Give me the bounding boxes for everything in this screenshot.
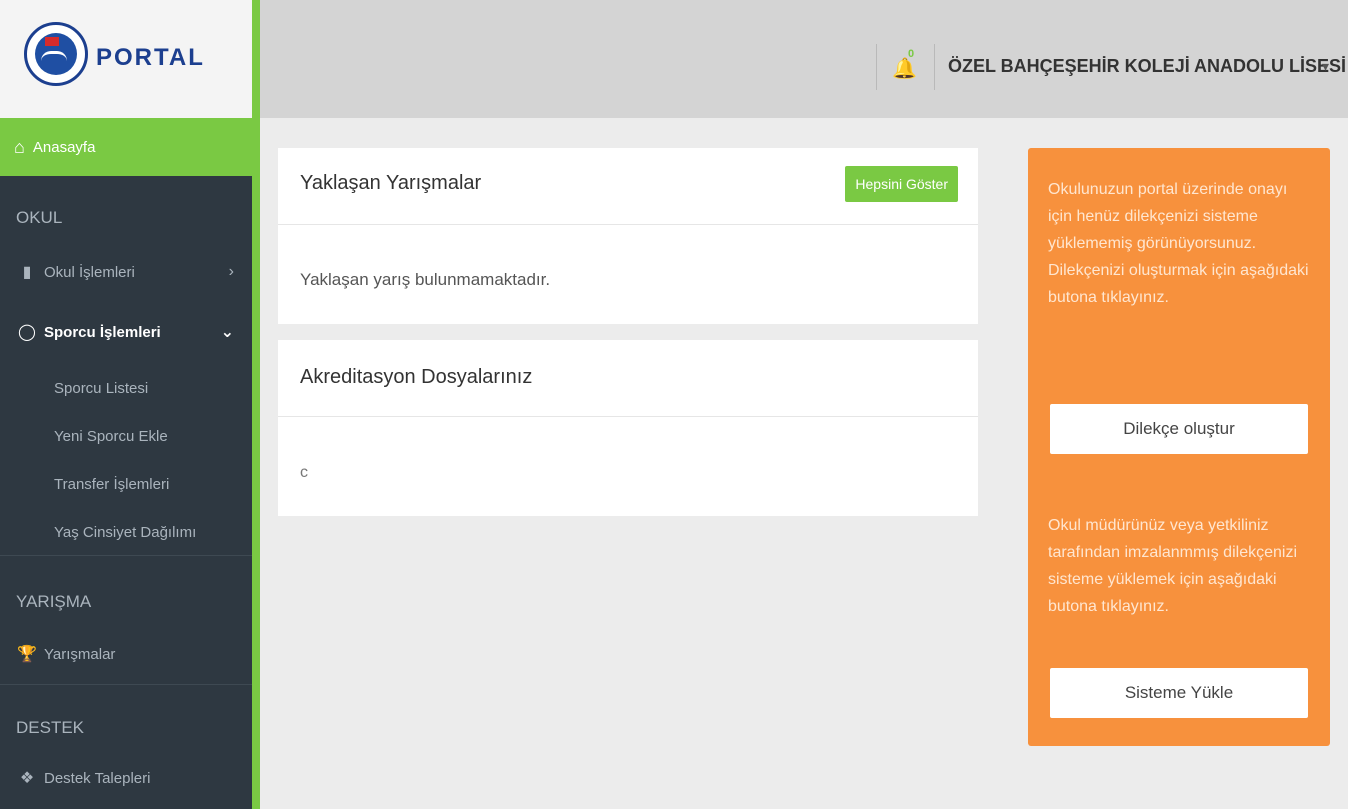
logo-text: PORTAL	[96, 44, 205, 71]
trophy-icon: 🏆	[17, 646, 37, 663]
sidebar-item-label: Okul İşlemleri	[44, 263, 135, 281]
header-divider	[934, 44, 935, 90]
sidebar-item-label: Anasayfa	[32, 138, 96, 156]
sidebar-item-home[interactable]: ⌂ Anasayfa	[0, 118, 252, 176]
sidebar-item-label: Yarışmalar	[44, 645, 116, 663]
sidebar-item-label: Destek Talepleri	[44, 769, 151, 787]
federation-emblem-icon	[24, 22, 88, 86]
petition-notice-panel: Okulunuzun portal üzerinde onayı için he…	[1028, 148, 1330, 746]
chevron-right-icon: ›	[228, 263, 234, 280]
sidebar-subitem-sporcu-listesi[interactable]: Sporcu Listesi	[54, 380, 148, 397]
upcoming-competitions-card: Yaklaşan Yarışmalar Hepsini Göster Yakla…	[278, 148, 978, 324]
notice-text: Okulunuzun portal üzerinde onayı için he…	[1048, 181, 1309, 306]
card-title: Akreditasyon Dosyalarınız	[300, 366, 533, 388]
sidebar-item-sporcu-islemleri[interactable]: ◯ Sporcu İşlemleri ⌄	[0, 310, 252, 354]
create-petition-button[interactable]: Dilekçe oluştur	[1050, 404, 1308, 454]
show-all-button[interactable]: Hepsini Göster	[845, 166, 958, 202]
header-divider	[876, 44, 877, 90]
sidebar-accent-edge	[252, 0, 260, 809]
card-divider	[278, 224, 978, 225]
sidebar-item-destek-talepleri[interactable]: ❖ Destek Talepleri	[0, 756, 252, 800]
sidebar-item-yarismalar[interactable]: 🏆 Yarışmalar	[0, 632, 252, 676]
sidebar-subitem-yas-cinsiyet-dagilimi[interactable]: Yaş Cinsiyet Dağılımı	[54, 524, 196, 541]
chevron-down-icon: ⌄	[220, 324, 234, 341]
card-divider	[278, 416, 978, 417]
sidebar-subitem-yeni-sporcu-ekle[interactable]: Yeni Sporcu Ekle	[54, 428, 168, 445]
sidebar: PORTAL ⌂ Anasayfa OKUL ▮ Okul İşlemleri …	[0, 0, 252, 809]
notice-text: Okul müdürünüz veya yetkiliniz tarafında…	[1048, 517, 1297, 615]
ticket-icon: ❖	[19, 770, 35, 787]
section-title-okul: OKUL	[16, 208, 63, 227]
accreditation-files-card: Akreditasyon Dosyalarınız c	[278, 340, 978, 516]
user-icon: ◯	[18, 324, 36, 341]
sidebar-subitem-transfer-islemleri[interactable]: Transfer İşlemleri	[54, 476, 169, 493]
section-title-yarisma: YARIŞMA	[16, 592, 92, 611]
chevron-down-icon[interactable]: ▾	[1322, 58, 1329, 75]
sidebar-divider	[0, 684, 252, 685]
empty-state-text: Yaklaşan yarış bulunmamaktadır.	[300, 270, 551, 289]
school-name-menu[interactable]: ÖZEL BAHÇEŞEHİR KOLEJİ ANADOLU LİSESİ	[948, 56, 1346, 77]
upload-to-system-button[interactable]: Sisteme Yükle	[1050, 668, 1308, 718]
section-title-destek: DESTEK	[16, 718, 85, 737]
sidebar-item-okul-islemleri[interactable]: ▮ Okul İşlemleri ›	[0, 250, 252, 294]
sidebar-divider	[0, 555, 252, 556]
file-icon: ▮	[22, 264, 32, 281]
home-icon: ⌂	[14, 136, 25, 157]
card-body-text: c	[300, 464, 308, 481]
sidebar-item-label: Sporcu İşlemleri	[44, 323, 161, 341]
card-title: Yaklaşan Yarışmalar	[300, 172, 482, 194]
notification-count-badge: 0	[908, 48, 915, 60]
logo-area[interactable]: PORTAL	[0, 0, 252, 118]
